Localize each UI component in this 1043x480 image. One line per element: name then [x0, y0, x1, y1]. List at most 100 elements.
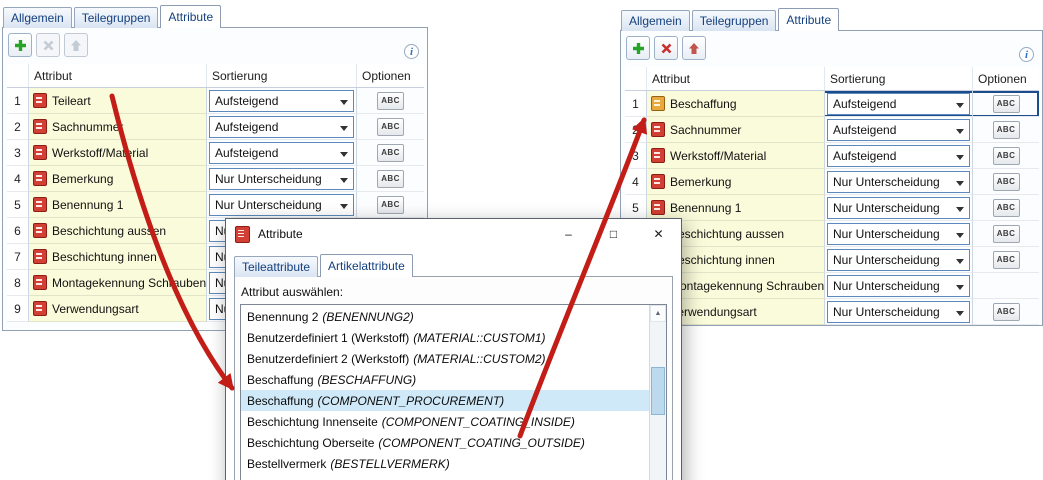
- chevron-down-icon: [340, 152, 348, 157]
- move-up-button[interactable]: [682, 36, 706, 60]
- sort-value: Nur Unterscheidung: [215, 172, 322, 186]
- sort-dropdown[interactable]: Nur Unterscheidung: [209, 194, 354, 216]
- sort-dropdown[interactable]: Nur Unterscheidung: [827, 197, 970, 219]
- abc-options-button[interactable]: ABC: [993, 121, 1020, 139]
- attribute-cell: Benennung 1: [29, 192, 207, 218]
- sort-dropdown[interactable]: Aufsteigend: [827, 93, 970, 115]
- minimize-button[interactable]: –: [546, 219, 591, 249]
- maximize-button[interactable]: □: [591, 219, 636, 249]
- info-icon[interactable]: i: [1019, 47, 1034, 62]
- abc-options-button[interactable]: ABC: [993, 147, 1020, 165]
- row-number: 4: [625, 169, 647, 195]
- vertical-scrollbar[interactable]: ▲: [649, 305, 666, 480]
- info-icon[interactable]: i: [404, 44, 419, 59]
- select-attribute-label: Attribut auswählen:: [241, 285, 343, 299]
- list-item[interactable]: Benennung 2(BENENNUNG2): [241, 306, 649, 327]
- attribute-icon: [651, 96, 665, 111]
- table-row[interactable]: 5Benennung 1Nur Unterscheidung ABC: [7, 192, 424, 218]
- item-code: (BENENNUNG2): [322, 310, 413, 324]
- table-row[interactable]: 7Beschichtung innenNur UnterscheidungABC: [625, 247, 1039, 273]
- table-row[interactable]: 5Benennung 1Nur UnterscheidungABC: [625, 195, 1039, 221]
- list-item[interactable]: Beschaffung(BESCHAFFUNG): [241, 369, 649, 390]
- close-button[interactable]: ✕: [636, 219, 681, 249]
- delete-attribute-button[interactable]: [36, 33, 60, 57]
- row-number: 1: [7, 88, 29, 114]
- chevron-down-icon: [340, 204, 348, 209]
- abc-options-button[interactable]: ABC: [993, 251, 1020, 269]
- add-attribute-button[interactable]: [8, 33, 32, 57]
- table-row[interactable]: 3Werkstoff/MaterialAufsteigendABC: [625, 143, 1039, 169]
- move-up-button[interactable]: [64, 33, 88, 57]
- list-item[interactable]: Beschichtung Innenseite(COMPONENT_COATIN…: [241, 411, 649, 432]
- table-row-selected[interactable]: 1BeschaffungAufsteigendABC: [625, 91, 1039, 117]
- tab-allgemein[interactable]: Allgemein: [3, 7, 72, 28]
- abc-options-button[interactable]: ABC: [377, 196, 404, 214]
- table-row[interactable]: 4BemerkungNur UnterscheidungABC: [625, 169, 1039, 195]
- sort-dropdown[interactable]: Nur Unterscheidung: [827, 171, 970, 193]
- scrollbar-thumb[interactable]: [651, 367, 665, 415]
- chevron-down-icon: [956, 155, 964, 160]
- attribute-icon: [33, 223, 47, 238]
- abc-options-button[interactable]: ABC: [377, 170, 404, 188]
- abc-options-button[interactable]: ABC: [993, 95, 1020, 113]
- attribute-icon: [651, 200, 665, 215]
- delete-attribute-button[interactable]: [654, 36, 678, 60]
- add-attribute-button[interactable]: [626, 36, 650, 60]
- table-row[interactable]: 2SachnummerAufsteigendABC: [625, 117, 1039, 143]
- abc-options-button[interactable]: ABC: [993, 199, 1020, 217]
- table-row[interactable]: 4BemerkungNur UnterscheidungABC: [7, 166, 424, 192]
- table-row[interactable]: 6Beschichtung aussenNur UnterscheidungAB…: [625, 221, 1039, 247]
- sort-dropdown[interactable]: Aufsteigend: [209, 90, 354, 112]
- sort-dropdown[interactable]: Nur Unterscheidung: [209, 168, 354, 190]
- list-item[interactable]: BEZ (Werkstoff)(MATERIAL::BEZ): [241, 474, 649, 480]
- options-cell: ABC: [357, 192, 424, 218]
- abc-options-button[interactable]: ABC: [993, 225, 1020, 243]
- sort-dropdown[interactable]: Aufsteigend: [827, 119, 970, 141]
- sort-dropdown[interactable]: Nur Unterscheidung: [827, 275, 970, 297]
- abc-options-button[interactable]: ABC: [993, 303, 1020, 321]
- sort-cell: Aufsteigend: [825, 143, 973, 169]
- list-item[interactable]: Benutzerdefiniert 2 (Werkstoff)(MATERIAL…: [241, 348, 649, 369]
- item-name: Beschichtung Oberseite: [247, 436, 374, 450]
- attribute-name: Werkstoff/Material: [52, 146, 148, 160]
- list-item[interactable]: Beschichtung Oberseite(COMPONENT_COATING…: [241, 432, 649, 453]
- table-row[interactable]: 8Montagekennung SchraubenNur Unterscheid…: [625, 273, 1039, 299]
- tab-teilegruppen[interactable]: Teilegruppen: [692, 10, 777, 31]
- table-row[interactable]: 9VerwendungsartNur UnterscheidungABC: [625, 299, 1039, 325]
- options-cell: ABC: [973, 169, 1039, 195]
- sort-dropdown[interactable]: Nur Unterscheidung: [827, 249, 970, 271]
- tab-attribute[interactable]: Attribute: [160, 5, 221, 28]
- attribute-name: Verwendungsart: [52, 302, 139, 316]
- abc-options-button[interactable]: ABC: [993, 173, 1020, 191]
- abc-options-button[interactable]: ABC: [377, 144, 404, 162]
- attribute-icon: [651, 122, 665, 137]
- abc-options-button[interactable]: ABC: [377, 118, 404, 136]
- tab-artikelattribute[interactable]: Artikelattribute: [320, 254, 413, 277]
- right-tabbar: Allgemein Teilegruppen Attribute: [621, 8, 841, 31]
- table-row[interactable]: 1TeileartAufsteigendABC: [7, 88, 424, 114]
- sort-dropdown[interactable]: Nur Unterscheidung: [827, 223, 970, 245]
- row-number: 5: [7, 192, 29, 218]
- sort-dropdown[interactable]: Aufsteigend: [209, 142, 354, 164]
- sort-dropdown[interactable]: Aufsteigend: [827, 145, 970, 167]
- tab-attribute[interactable]: Attribute: [778, 8, 839, 31]
- abc-options-button[interactable]: ABC: [377, 92, 404, 110]
- tab-teileattribute[interactable]: Teileattribute: [234, 256, 318, 277]
- attribute-icon: [651, 174, 665, 189]
- list-item-selected[interactable]: Beschaffung(COMPONENT_PROCUREMENT): [241, 390, 649, 411]
- list-item[interactable]: Benutzerdefiniert 1 (Werkstoff)(MATERIAL…: [241, 327, 649, 348]
- sort-value: Nur Unterscheidung: [833, 279, 940, 293]
- table-row[interactable]: 2SachnummerAufsteigendABC: [7, 114, 424, 140]
- row-number: 2: [7, 114, 29, 140]
- list-item[interactable]: Bestellvermerk(BESTELLVERMERK): [241, 453, 649, 474]
- dialog-titlebar[interactable]: Attribute – □ ✕: [226, 219, 681, 249]
- tab-allgemein[interactable]: Allgemein: [621, 10, 690, 31]
- tab-teilegruppen[interactable]: Teilegruppen: [74, 7, 159, 28]
- plus-icon: [14, 39, 27, 52]
- sort-cell: Nur Unterscheidung: [207, 192, 357, 218]
- table-row[interactable]: 3Werkstoff/MaterialAufsteigendABC: [7, 140, 424, 166]
- scroll-up-button[interactable]: ▲: [650, 305, 666, 322]
- sort-dropdown[interactable]: Aufsteigend: [209, 116, 354, 138]
- chevron-down-icon: [340, 178, 348, 183]
- sort-dropdown[interactable]: Nur Unterscheidung: [827, 301, 970, 323]
